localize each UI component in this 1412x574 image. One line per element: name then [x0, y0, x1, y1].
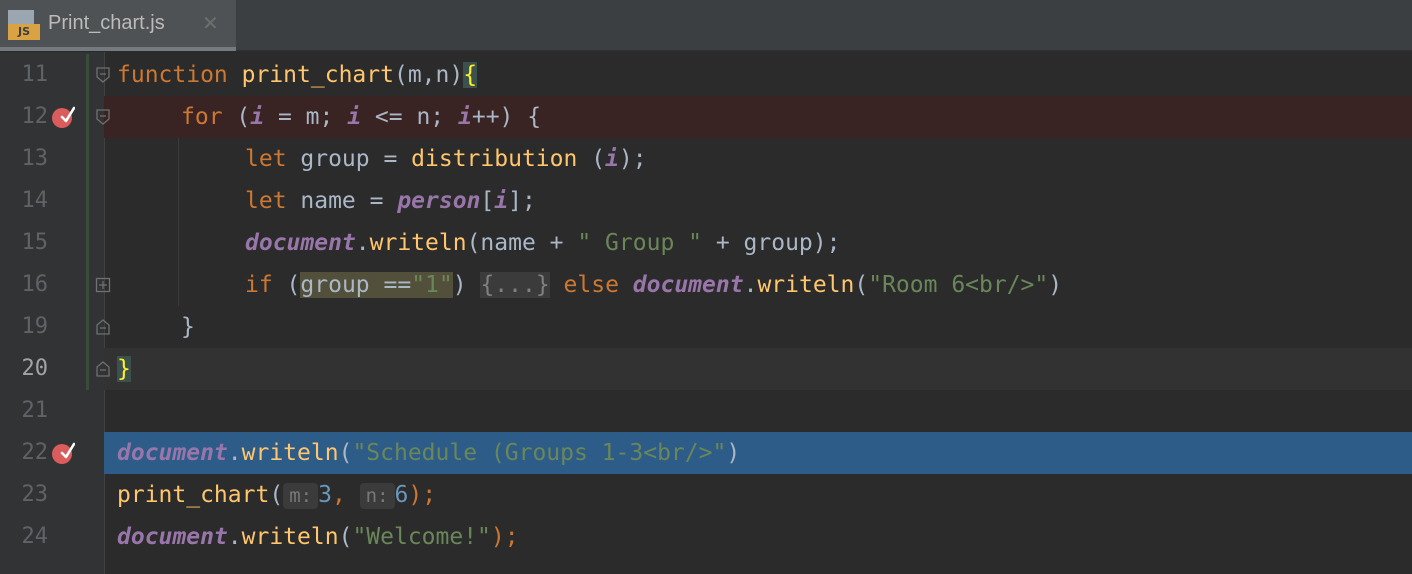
line-number-current[interactable]: 20: [0, 348, 49, 390]
folded-code-placeholder[interactable]: {...}: [480, 272, 550, 298]
breakpoint-check-icon[interactable]: [51, 105, 75, 129]
caret-line-highlight: [104, 348, 1412, 390]
code-line-23[interactable]: print_chart(m: 3, n: 6);: [117, 474, 436, 516]
line-number[interactable]: 14: [0, 180, 49, 222]
fold-icon[interactable]: [95, 67, 111, 83]
code-line-14[interactable]: let name = person[i];: [245, 180, 536, 222]
line-number[interactable]: 16: [0, 264, 49, 306]
tab-print-chart-js[interactable]: JS Print_chart.js ✕: [0, 0, 236, 51]
line-number[interactable]: 22: [0, 432, 49, 474]
code-line-13[interactable]: let group = distribution (i);: [245, 138, 647, 180]
line-number[interactable]: 23: [0, 474, 49, 516]
line-number[interactable]: 21: [0, 390, 49, 432]
matched-brace: }: [117, 356, 131, 382]
line-number[interactable]: 15: [0, 222, 49, 264]
js-file-icon: JS: [8, 10, 40, 40]
code-line-15[interactable]: document.writeln(name + " Group " + grou…: [245, 222, 840, 264]
indent-guide: [178, 138, 179, 306]
line-number[interactable]: 11: [0, 54, 49, 96]
code-line-20[interactable]: }: [117, 348, 131, 390]
tab-title: Print_chart.js: [48, 12, 165, 34]
line-number[interactable]: 12: [0, 96, 49, 138]
code-line-19[interactable]: }: [181, 306, 195, 348]
parameter-hint: n:: [359, 483, 395, 509]
code-line-16[interactable]: if (group =="1") {...} else document.wri…: [245, 264, 1062, 306]
code-line-24[interactable]: document.writeln("Welcome!");: [117, 516, 519, 558]
code-line-11[interactable]: function print_chart(m,n){: [117, 54, 478, 96]
matched-brace: {: [463, 62, 478, 88]
breakpoint-check-icon[interactable]: [51, 441, 75, 465]
parameter-hint: m:: [283, 483, 319, 509]
usage-highlight: group =="1": [300, 272, 453, 298]
code-line-22[interactable]: document.writeln("Schedule (Groups 1-3<b…: [117, 432, 740, 474]
fold-end-icon[interactable]: [95, 319, 111, 335]
expand-fold-icon[interactable]: [95, 277, 111, 293]
fold-end-icon[interactable]: [95, 361, 111, 377]
vcs-change-marker[interactable]: [86, 54, 89, 390]
close-tab-icon[interactable]: ✕: [202, 11, 219, 35]
code-line-12[interactable]: for (i = m; i <= n; i++) {: [181, 96, 541, 138]
code-editor[interactable]: 11 12 13 14 15 16 19 20 21 22 23 24 func…: [0, 52, 1412, 574]
editor-tab-bar: JS Print_chart.js ✕: [0, 0, 1412, 51]
fold-icon[interactable]: [95, 109, 111, 125]
line-number[interactable]: 13: [0, 138, 49, 180]
line-number[interactable]: 24: [0, 516, 49, 558]
line-number[interactable]: 19: [0, 306, 49, 348]
